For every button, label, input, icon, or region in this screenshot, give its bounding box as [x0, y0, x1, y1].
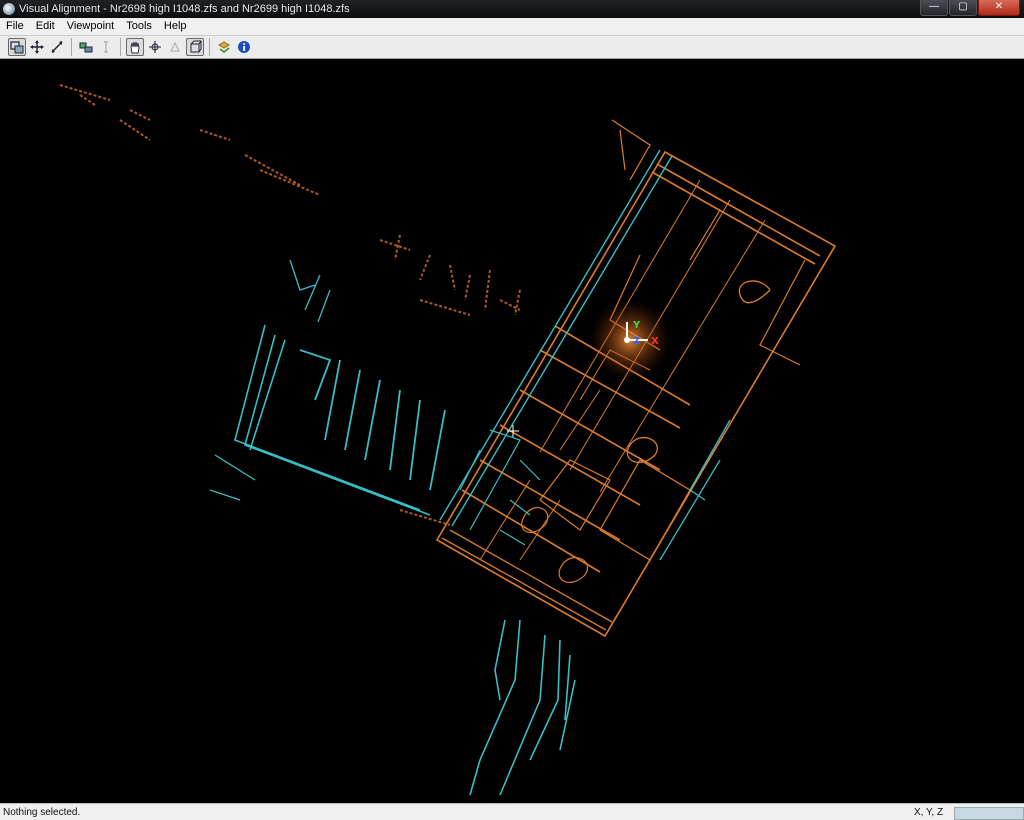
orbit-icon[interactable] — [146, 38, 164, 56]
status-bar: Nothing selected. X, Y, Z — [0, 803, 1024, 820]
close-button[interactable]: ✕ — [978, 0, 1020, 16]
3d-viewport[interactable]: Y X Z — [0, 60, 1024, 803]
select-mode-icon[interactable] — [8, 38, 26, 56]
menu-tools[interactable]: Tools — [120, 18, 158, 35]
toolbar-separator — [71, 38, 72, 56]
info-icon[interactable] — [235, 38, 253, 56]
toolbar-separator — [209, 38, 210, 56]
cursor-icon[interactable] — [97, 38, 115, 56]
axis-x-label: X — [651, 336, 659, 347]
menu-bar: File Edit Viewpoint Tools Help — [0, 18, 1024, 36]
axis-y-label: Y — [632, 320, 641, 331]
hand-pan-icon[interactable] — [126, 38, 144, 56]
selection-status: Nothing selected. — [3, 806, 81, 818]
box-view-icon[interactable] — [186, 38, 204, 56]
menu-file[interactable]: File — [0, 18, 30, 35]
window-title: Visual Alignment - Nr2698 high I1048.zfs… — [19, 3, 350, 15]
move-icon[interactable] — [28, 38, 46, 56]
coords-label: X, Y, Z — [914, 806, 944, 818]
menu-edit[interactable]: Edit — [30, 18, 61, 35]
title-bar: Visual Alignment - Nr2698 high I1048.zfs… — [0, 0, 1024, 18]
maximize-button[interactable]: ▢ — [949, 0, 977, 16]
menu-help[interactable]: Help — [158, 18, 193, 35]
progress-panel — [954, 807, 1024, 820]
zoom-icon[interactable] — [166, 38, 184, 56]
align-icon[interactable] — [77, 38, 95, 56]
axis-z-label: Z — [633, 336, 640, 347]
app-icon — [3, 3, 15, 15]
toolbar-separator — [120, 38, 121, 56]
minimize-button[interactable]: — — [920, 0, 948, 16]
refresh-icon[interactable] — [215, 38, 233, 56]
point-cloud-canvas[interactable]: Y X Z — [0, 60, 1024, 803]
menu-viewpoint[interactable]: Viewpoint — [61, 18, 121, 35]
toolbar — [0, 36, 1024, 59]
rotate-icon[interactable] — [48, 38, 66, 56]
window-controls: — ▢ ✕ — [920, 0, 1020, 16]
